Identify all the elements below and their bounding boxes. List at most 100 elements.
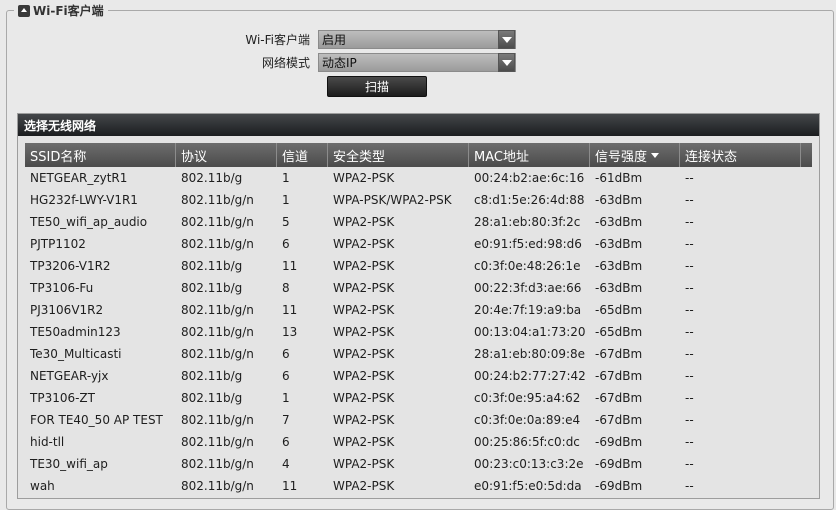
security-cell: WPA2-PSK: [333, 413, 395, 427]
mac-cell: 00:23:c0:13:c3:2e: [474, 457, 584, 471]
wifi-client-value: 启用: [322, 33, 347, 47]
table-row[interactable]: wah 802.11b/g/n 11 WPA2-PSK e0:91:f5:e0:5d:d…: [25, 475, 812, 497]
channel-cell: 7: [282, 413, 290, 427]
channel-cell: 6: [282, 369, 290, 383]
signal-cell: -63dBm: [595, 237, 643, 251]
status-cell: --: [685, 171, 694, 185]
signal-cell: -67dBm: [595, 391, 643, 405]
mac-cell: 20:4e:7f:19:a9:ba: [474, 303, 582, 317]
scan-button[interactable]: 扫描: [327, 76, 427, 97]
ssid-cell: TE50_wifi_ap_audio: [30, 215, 148, 229]
mac-cell: 00:24:b2:ae:6c:16: [474, 171, 585, 185]
wifi-client-label: Wi-Fi客户端: [245, 33, 310, 47]
mac-cell: 28:a1:eb:80:3f:2c: [474, 215, 581, 229]
column-ssid[interactable]: SSID名称: [25, 143, 176, 167]
column-security[interactable]: 安全类型: [328, 143, 469, 167]
table-row[interactable]: TE50_wifi_ap_audio 802.11b/g/n 5 WPA2-PSK 28…: [25, 211, 812, 233]
network-mode-row: 网络模式 动态IP: [200, 53, 516, 72]
security-cell: WPA2-PSK: [333, 281, 395, 295]
mac-cell: c0:3f:0e:48:26:1e: [474, 259, 581, 273]
table-row[interactable]: hid-tll 802.11b/g/n 6 WPA2-PSK 00:25:86:5f:c…: [25, 431, 812, 453]
ssid-cell: HG232f-LWY-V1R1: [30, 193, 138, 207]
channel-cell: 1: [282, 171, 290, 185]
mac-cell: 00:22:3f:d3:ae:66: [474, 281, 582, 295]
wifi-client-select[interactable]: 启用: [318, 30, 516, 49]
status-cell: --: [685, 303, 694, 317]
ssid-cell: TP3106-Fu: [30, 281, 94, 295]
status-cell: --: [685, 457, 694, 471]
signal-cell: -63dBm: [595, 215, 643, 229]
table-row[interactable]: HG232f-LWY-V1R1 802.11b/g/n 1 WPA-PSK/WPA2-…: [25, 189, 812, 211]
column-signal-label: 信号强度: [595, 149, 648, 165]
protocol-cell: 802.11b/g/n: [181, 347, 254, 361]
network-mode-select[interactable]: 动态IP: [318, 53, 516, 72]
security-cell: WPA2-PSK: [333, 347, 395, 361]
sort-desc-icon: [651, 152, 660, 158]
column-channel[interactable]: 信道: [277, 143, 328, 167]
channel-cell: 11: [282, 479, 298, 493]
table-row[interactable]: TE30_wifi_ap 802.11b/g/n 4 WPA2-PSK 00:23:c0…: [25, 453, 812, 475]
table-row[interactable]: NETGEAR_zytR1 802.11b/g 1 WPA2-PSK 00:24:b2:…: [25, 167, 812, 189]
ssid-cell: PJTP1102: [30, 237, 86, 251]
table-row[interactable]: NETGEAR-yjx 802.11b/g 6 WPA2-PSK 00:24:b2:77…: [25, 365, 812, 387]
table-row[interactable]: TP3106-ZT 802.11b/g 1 WPA2-PSK c0:3f:0e:95:a…: [25, 387, 812, 409]
protocol-cell: 802.11b/g/n: [181, 413, 254, 427]
collapse-icon[interactable]: [18, 4, 30, 17]
protocol-cell: 802.11b/g/n: [181, 193, 254, 207]
signal-cell: -63dBm: [595, 259, 643, 273]
signal-cell: -65dBm: [595, 325, 643, 339]
ssid-cell: FOR TE40_50 AP TEST: [30, 413, 163, 427]
protocol-cell: 802.11b/g/n: [181, 325, 254, 339]
status-cell: --: [685, 193, 694, 207]
signal-cell: -61dBm: [595, 171, 643, 185]
protocol-cell: 802.11b/g/n: [181, 303, 254, 317]
security-cell: WPA2-PSK: [333, 369, 395, 383]
table-row[interactable]: Te30_Multicasti 802.11b/g/n 6 WPA2-PSK 28:a1…: [25, 343, 812, 365]
column-status[interactable]: 连接状态: [680, 143, 801, 167]
table-row[interactable]: PJ3106V1R2 802.11b/g/n 11 WPA2-PSK 20:4e:7f:…: [25, 299, 812, 321]
protocol-cell: 802.11b/g: [181, 369, 243, 383]
table-row[interactable]: TP3106-Fu 802.11b/g 8 WPA2-PSK 00:22:3f:d3:a…: [25, 277, 812, 299]
ssid-cell: PJ3106V1R2: [30, 303, 104, 317]
protocol-cell: 802.11b/g: [181, 391, 243, 405]
status-cell: --: [685, 369, 694, 383]
status-cell: --: [685, 347, 694, 361]
signal-cell: -69dBm: [595, 435, 643, 449]
column-signal[interactable]: 信号强度: [590, 143, 680, 167]
status-cell: --: [685, 259, 694, 273]
mac-cell: 00:25:86:5f:c0:dc: [474, 435, 580, 449]
ssid-cell: NETGEAR_zytR1: [30, 171, 128, 185]
security-cell: WPA2-PSK: [333, 259, 395, 273]
table-row[interactable]: FOR TE40_50 AP TEST 802.11b/g/n 7 WPA2-PSK c…: [25, 409, 812, 431]
signal-cell: -67dBm: [595, 369, 643, 383]
ssid-cell: TP3106-ZT: [30, 391, 95, 405]
channel-cell: 13: [282, 325, 298, 339]
status-cell: --: [685, 215, 694, 229]
group-title: Wi-Fi客户端: [33, 4, 104, 18]
column-protocol[interactable]: 协议: [176, 143, 277, 167]
group-legend: Wi-Fi客户端: [14, 2, 108, 19]
status-cell: --: [685, 325, 694, 339]
protocol-cell: 802.11b/g/n: [181, 457, 254, 471]
column-mac[interactable]: MAC地址: [469, 143, 590, 167]
chevron-down-icon[interactable]: [498, 53, 515, 72]
signal-cell: -69dBm: [595, 457, 643, 471]
chevron-down-icon[interactable]: [498, 30, 515, 49]
protocol-cell: 802.11b/g/n: [181, 479, 254, 493]
mac-cell: c0:3f:0e:0a:89:e4: [474, 413, 581, 427]
status-cell: --: [685, 479, 694, 493]
mac-cell: e0:91:f5:e0:5d:da: [474, 479, 582, 493]
security-cell: WPA2-PSK: [333, 303, 395, 317]
security-cell: WPA2-PSK: [333, 479, 395, 493]
table-row[interactable]: TE50admin123 802.11b/g/n 13 WPA2-PSK 00:13:0…: [25, 321, 812, 343]
table-row[interactable]: TP3206-V1R2 802.11b/g 11 WPA2-PSK c0:3f:0e:4…: [25, 255, 812, 277]
signal-cell: -67dBm: [595, 413, 643, 427]
security-cell: WPA2-PSK: [333, 215, 395, 229]
mac-cell: 00:24:b2:77:27:42: [474, 369, 586, 383]
table-row[interactable]: PJTP1102 802.11b/g/n 6 WPA2-PSK e0:91:f5:ed:…: [25, 233, 812, 255]
security-cell: WPA2-PSK: [333, 391, 395, 405]
security-cell: WPA2-PSK: [333, 237, 395, 251]
mac-cell: 28:a1:eb:80:09:8e: [474, 347, 586, 361]
ssid-cell: TP3206-V1R2: [30, 259, 111, 273]
signal-cell: -65dBm: [595, 303, 643, 317]
